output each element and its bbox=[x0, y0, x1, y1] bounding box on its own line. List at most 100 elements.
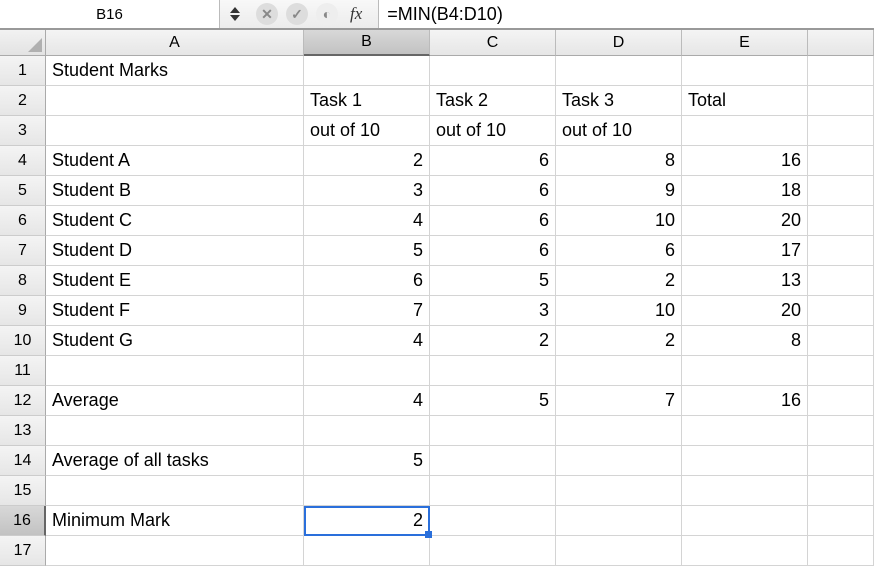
cell-F3[interactable] bbox=[808, 116, 874, 146]
cell-A11[interactable] bbox=[46, 356, 304, 386]
cell-F1[interactable] bbox=[808, 56, 874, 86]
cell-D14[interactable] bbox=[556, 446, 682, 476]
fx-icon[interactable]: fx bbox=[350, 4, 362, 24]
cell-E7[interactable]: 17 bbox=[682, 236, 808, 266]
cancel-icon[interactable]: ✕ bbox=[256, 3, 278, 25]
cell-C15[interactable] bbox=[430, 476, 556, 506]
cell-B6[interactable]: 4 bbox=[304, 206, 430, 236]
cell-F8[interactable] bbox=[808, 266, 874, 296]
row-head-17[interactable]: 17 bbox=[0, 536, 46, 566]
cell-B3[interactable]: out of 10 bbox=[304, 116, 430, 146]
cell-D8[interactable]: 2 bbox=[556, 266, 682, 296]
cell-E8[interactable]: 13 bbox=[682, 266, 808, 296]
cell-A4[interactable]: Student A bbox=[46, 146, 304, 176]
cell-E6[interactable]: 20 bbox=[682, 206, 808, 236]
cell-D6[interactable]: 10 bbox=[556, 206, 682, 236]
cell-A10[interactable]: Student G bbox=[46, 326, 304, 356]
row-head-10[interactable]: 10 bbox=[0, 326, 46, 356]
reference-icon[interactable]: ◐ bbox=[316, 3, 338, 25]
cell-A1[interactable]: Student Marks bbox=[46, 56, 304, 86]
cell-A2[interactable] bbox=[46, 86, 304, 116]
cell-B2[interactable]: Task 1 bbox=[304, 86, 430, 116]
cell-B14[interactable]: 5 bbox=[304, 446, 430, 476]
cell-B4[interactable]: 2 bbox=[304, 146, 430, 176]
cell-B17[interactable] bbox=[304, 536, 430, 566]
cell-D5[interactable]: 9 bbox=[556, 176, 682, 206]
cell-F10[interactable] bbox=[808, 326, 874, 356]
cell-E4[interactable]: 16 bbox=[682, 146, 808, 176]
col-head-A[interactable]: A bbox=[46, 30, 304, 56]
cell-D4[interactable]: 8 bbox=[556, 146, 682, 176]
cell-A16[interactable]: Minimum Mark bbox=[46, 506, 304, 536]
cell-C4[interactable]: 6 bbox=[430, 146, 556, 176]
cell-B15[interactable] bbox=[304, 476, 430, 506]
cell-B13[interactable] bbox=[304, 416, 430, 446]
cell-B10[interactable]: 4 bbox=[304, 326, 430, 356]
cell-A17[interactable] bbox=[46, 536, 304, 566]
cell-C10[interactable]: 2 bbox=[430, 326, 556, 356]
col-head-B[interactable]: B bbox=[304, 30, 430, 56]
cell-F2[interactable] bbox=[808, 86, 874, 116]
reference-stepper[interactable] bbox=[230, 7, 248, 21]
cell-C11[interactable] bbox=[430, 356, 556, 386]
cell-F11[interactable] bbox=[808, 356, 874, 386]
row-head-5[interactable]: 5 bbox=[0, 176, 46, 206]
row-head-13[interactable]: 13 bbox=[0, 416, 46, 446]
cell-E15[interactable] bbox=[682, 476, 808, 506]
cell-C5[interactable]: 6 bbox=[430, 176, 556, 206]
cell-A5[interactable]: Student B bbox=[46, 176, 304, 206]
cell-E11[interactable] bbox=[682, 356, 808, 386]
cell-F5[interactable] bbox=[808, 176, 874, 206]
cell-B7[interactable]: 5 bbox=[304, 236, 430, 266]
cell-D16[interactable] bbox=[556, 506, 682, 536]
cell-F7[interactable] bbox=[808, 236, 874, 266]
cell-F16[interactable] bbox=[808, 506, 874, 536]
cell-C6[interactable]: 6 bbox=[430, 206, 556, 236]
cell-A15[interactable] bbox=[46, 476, 304, 506]
cell-A7[interactable]: Student D bbox=[46, 236, 304, 266]
cell-C14[interactable] bbox=[430, 446, 556, 476]
row-head-15[interactable]: 15 bbox=[0, 476, 46, 506]
cell-F13[interactable] bbox=[808, 416, 874, 446]
name-box[interactable]: B16 bbox=[0, 0, 220, 28]
cell-D13[interactable] bbox=[556, 416, 682, 446]
cell-B12[interactable]: 4 bbox=[304, 386, 430, 416]
cell-B9[interactable]: 7 bbox=[304, 296, 430, 326]
cell-E9[interactable]: 20 bbox=[682, 296, 808, 326]
cell-A6[interactable]: Student C bbox=[46, 206, 304, 236]
cell-D10[interactable]: 2 bbox=[556, 326, 682, 356]
cell-A9[interactable]: Student F bbox=[46, 296, 304, 326]
cell-C17[interactable] bbox=[430, 536, 556, 566]
cell-C13[interactable] bbox=[430, 416, 556, 446]
cell-E1[interactable] bbox=[682, 56, 808, 86]
cell-D1[interactable] bbox=[556, 56, 682, 86]
row-head-1[interactable]: 1 bbox=[0, 56, 46, 86]
cell-B16[interactable]: 2 bbox=[304, 506, 430, 536]
col-head-D[interactable]: D bbox=[556, 30, 682, 56]
row-head-7[interactable]: 7 bbox=[0, 236, 46, 266]
cell-F4[interactable] bbox=[808, 146, 874, 176]
col-head-F[interactable] bbox=[808, 30, 874, 56]
cell-D7[interactable]: 6 bbox=[556, 236, 682, 266]
row-head-14[interactable]: 14 bbox=[0, 446, 46, 476]
cell-D9[interactable]: 10 bbox=[556, 296, 682, 326]
row-head-9[interactable]: 9 bbox=[0, 296, 46, 326]
formula-input[interactable]: =MIN(B4:D10) bbox=[378, 0, 874, 28]
cell-D11[interactable] bbox=[556, 356, 682, 386]
select-all-corner[interactable] bbox=[0, 30, 46, 56]
cell-F15[interactable] bbox=[808, 476, 874, 506]
cell-B5[interactable]: 3 bbox=[304, 176, 430, 206]
col-head-C[interactable]: C bbox=[430, 30, 556, 56]
cell-F17[interactable] bbox=[808, 536, 874, 566]
cell-F9[interactable] bbox=[808, 296, 874, 326]
spreadsheet-grid[interactable]: A B C D E 1Student Marks2Task 1Task 2Tas… bbox=[0, 30, 874, 566]
cell-C2[interactable]: Task 2 bbox=[430, 86, 556, 116]
cell-A14[interactable]: Average of all tasks bbox=[46, 446, 304, 476]
cell-C1[interactable] bbox=[430, 56, 556, 86]
cell-D17[interactable] bbox=[556, 536, 682, 566]
row-head-12[interactable]: 12 bbox=[0, 386, 46, 416]
cell-C7[interactable]: 6 bbox=[430, 236, 556, 266]
cell-C3[interactable]: out of 10 bbox=[430, 116, 556, 146]
cell-E2[interactable]: Total bbox=[682, 86, 808, 116]
col-head-E[interactable]: E bbox=[682, 30, 808, 56]
